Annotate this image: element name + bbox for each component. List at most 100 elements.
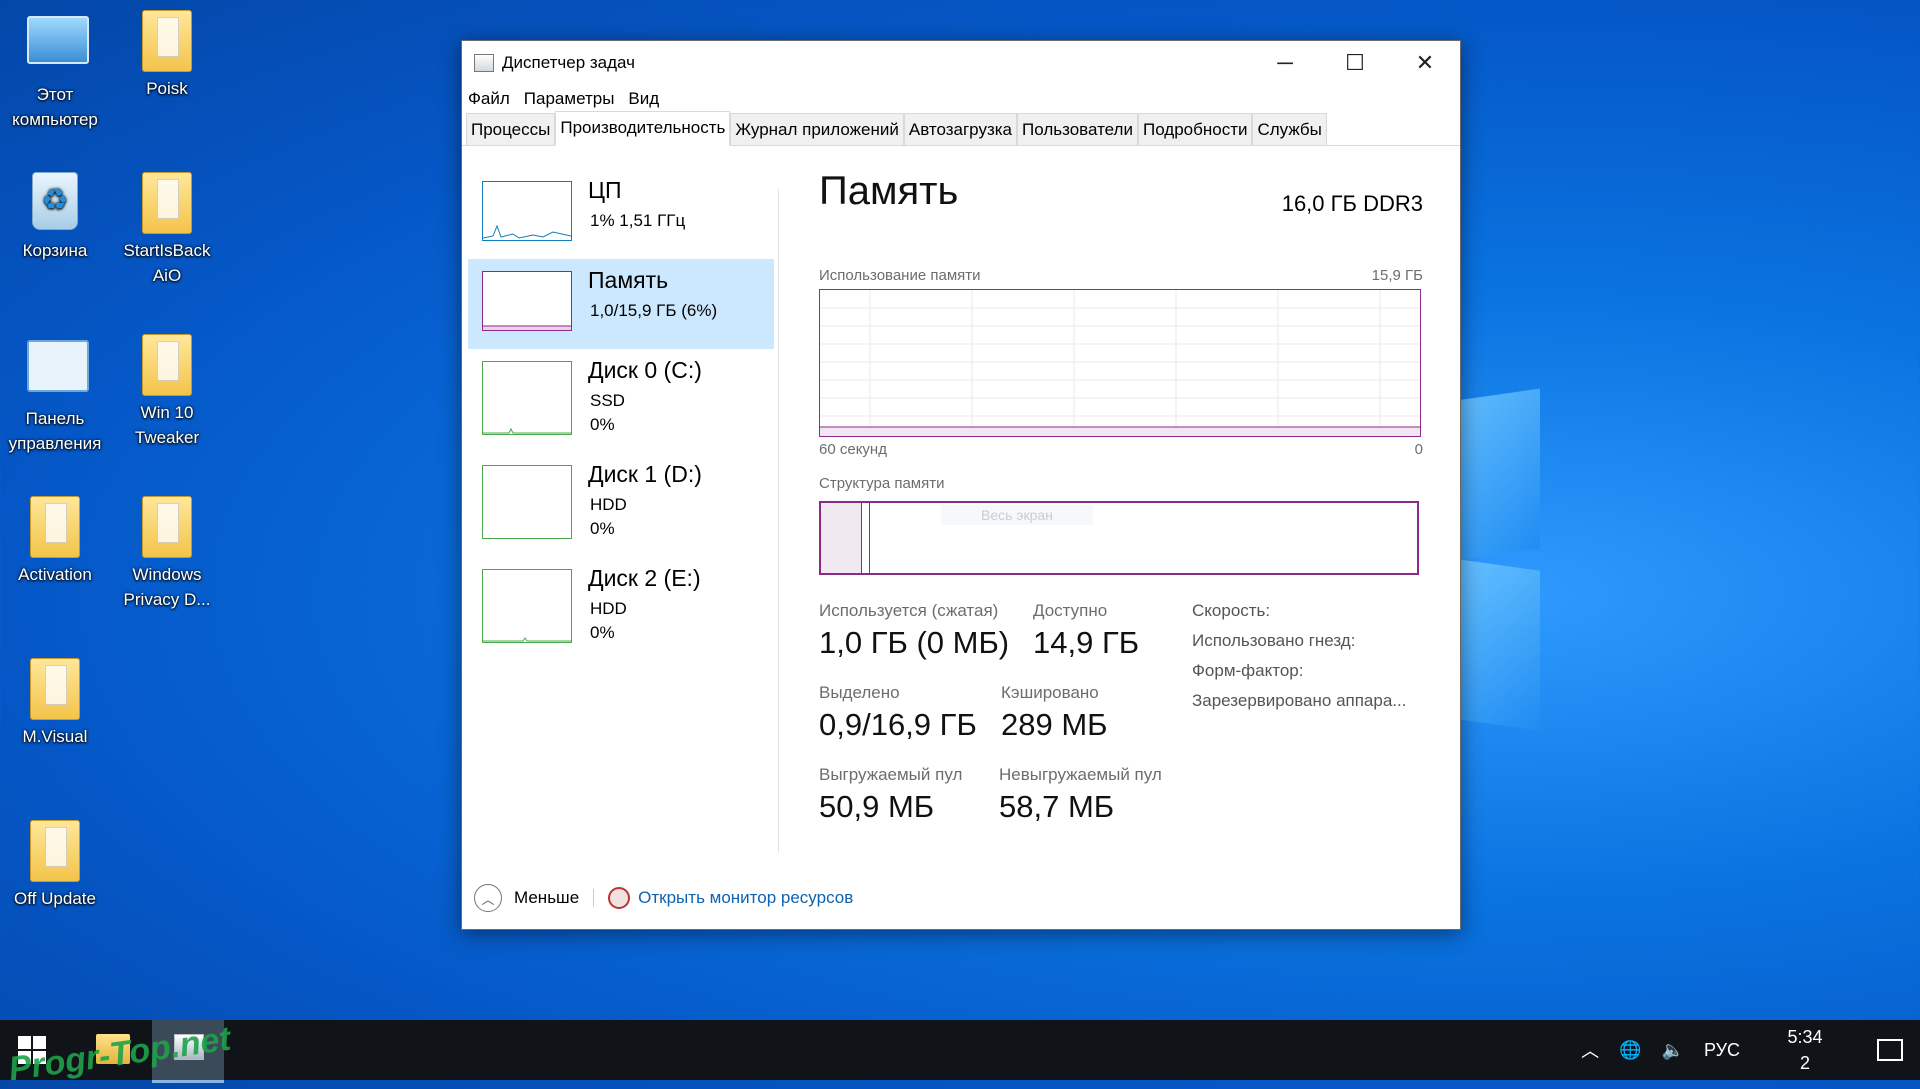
sidebar-item-percent: 0% xyxy=(590,415,615,434)
folder-icon xyxy=(27,658,83,720)
system-tray: ︿ 🌐 🔈 РУС 5:34 2 xyxy=(1571,1020,1920,1080)
sidebar-item-percent: 0% xyxy=(590,623,615,642)
resource-monitor-icon xyxy=(608,887,631,909)
clock-time: 5:34 xyxy=(1787,1027,1823,1047)
sidebar-item-cpu[interactable]: ЦП 1% 1,51 ГГц xyxy=(468,169,774,259)
memory-composition-bar: Весь экран xyxy=(819,501,1419,575)
cached-value: 289 МБ xyxy=(1001,707,1108,742)
sidebar-item-name: ЦП xyxy=(588,177,622,203)
desktop-icon-label: StartIsBack xyxy=(123,241,211,260)
memory-type: 16,0 ГБ DDR3 xyxy=(1281,191,1423,216)
desktop-icon-startisback[interactable]: StartIsBack AiO xyxy=(112,172,222,288)
nonpaged-pool-value: 58,7 МБ xyxy=(999,789,1115,824)
computer-icon xyxy=(27,16,89,78)
clock[interactable]: 5:34 2 xyxy=(1750,1024,1860,1076)
tab-services[interactable]: Службы xyxy=(1252,113,1327,145)
desktop-icon-windows-privacy[interactable]: Windows Privacy D... xyxy=(112,496,222,612)
available-value: 14,9 ГБ xyxy=(1033,625,1140,660)
nonpaged-pool-label: Невыгружаемый пул xyxy=(999,765,1162,784)
tab-processes[interactable]: Процессы xyxy=(466,113,556,145)
volume-icon[interactable]: 🔈 xyxy=(1662,1040,1684,1061)
desktop-icon-win10-tweaker[interactable]: Win 10 Tweaker xyxy=(112,334,222,450)
fewer-details-button[interactable]: Меньше xyxy=(514,888,579,908)
performance-panel: ЦП 1% 1,51 ГГц Память 1,0/15,9 ГБ (6%) Д… xyxy=(462,149,1460,929)
tab-details[interactable]: Подробности xyxy=(1137,113,1253,145)
recycle-bin-icon: ♻ xyxy=(27,172,83,234)
desktop-icon-recycle-bin[interactable]: ♻ Корзина xyxy=(0,172,110,263)
desktop-icon-label: Win 10 xyxy=(140,403,194,422)
sidebar-item-detail: SSD xyxy=(590,391,625,410)
folder-icon xyxy=(139,172,195,234)
window-footer: ︿ Меньше Открыть монитор ресурсов xyxy=(474,881,853,915)
menu-view[interactable]: Вид xyxy=(628,89,659,109)
chevron-up-icon[interactable]: ︿ xyxy=(474,884,502,912)
tab-users[interactable]: Пользователи xyxy=(1017,113,1138,145)
panel-divider[interactable] xyxy=(778,189,779,853)
hardware-reserved-label: Зарезервировано аппара... xyxy=(1192,691,1407,710)
desktop-icon-label: M.Visual xyxy=(22,727,88,746)
modified-segment xyxy=(861,503,870,573)
paged-pool-label: Выгружаемый пул xyxy=(819,765,963,784)
speed-label: Скорость: xyxy=(1192,601,1271,620)
tab-startup[interactable]: Автозагрузка xyxy=(903,113,1018,145)
folder-icon xyxy=(139,496,195,558)
in-use-value: 1,0 ГБ (0 МБ) xyxy=(819,625,1010,660)
sidebar-item-detail: 1% 1,51 ГГц xyxy=(590,211,686,230)
desktop-icon-label: Windows xyxy=(132,565,202,584)
control-panel-icon xyxy=(27,340,89,402)
tab-performance[interactable]: Производительность xyxy=(555,111,731,146)
sidebar-item-disk-0[interactable]: Диск 0 (C:) SSD 0% xyxy=(468,349,774,453)
paged-pool-value: 50,9 МБ xyxy=(819,789,935,824)
minimize-button[interactable]: ─ xyxy=(1250,41,1320,85)
footer-divider xyxy=(593,889,595,907)
desktop-icon-mvisual[interactable]: M.Visual xyxy=(0,658,110,749)
title-bar[interactable]: Диспетчер задач ─ ☐ ✕ xyxy=(462,41,1460,85)
disk-thumbnail-graph xyxy=(482,569,572,643)
clock-date: 2 xyxy=(1799,1053,1810,1073)
open-resource-monitor-link[interactable]: Открыть монитор ресурсов xyxy=(638,888,853,908)
desktop-icon-label: AiO xyxy=(152,266,182,285)
chevron-up-icon[interactable]: ︿ xyxy=(1581,1037,1599,1063)
desktop-icon-label: Privacy D... xyxy=(123,590,211,609)
menu-file[interactable]: Файл xyxy=(468,89,510,109)
desktop-icon-label: Этот xyxy=(36,85,74,104)
desktop-icon-label: компьютер xyxy=(12,110,98,129)
structure-label: Структура памяти xyxy=(819,475,945,492)
desktop-icon-poisk[interactable]: Poisk xyxy=(112,10,222,101)
task-manager-app-icon xyxy=(474,54,494,72)
network-globe-icon[interactable]: 🌐 xyxy=(1619,1040,1641,1061)
task-manager-window: Диспетчер задач ─ ☐ ✕ Файл Параметры Вид… xyxy=(461,40,1461,930)
sidebar-item-name: Диск 1 (D:) xyxy=(588,461,702,487)
windows-logo-pane xyxy=(1450,388,1540,562)
fullscreen-overlay-text: Весь экран xyxy=(941,505,1093,525)
desktop-icon-label: управления xyxy=(8,434,102,453)
maximize-button[interactable]: ☐ xyxy=(1320,41,1390,85)
sidebar-item-name: Память xyxy=(588,267,669,293)
disk-thumbnail-graph xyxy=(482,361,572,435)
menu-options[interactable]: Параметры xyxy=(524,89,615,109)
desktop-icon-activation[interactable]: Activation xyxy=(0,496,110,587)
desktop-icon-off-update[interactable]: Off Update xyxy=(0,820,110,911)
desktop-icon-label: Панель xyxy=(25,409,85,428)
committed-label: Выделено xyxy=(819,683,900,702)
desktop-icon-label: Tweaker xyxy=(134,428,200,447)
close-button[interactable]: ✕ xyxy=(1390,41,1460,85)
usage-graph-max: 15,9 ГБ xyxy=(1371,267,1423,284)
sidebar-item-percent: 0% xyxy=(590,519,615,538)
disk-thumbnail-graph xyxy=(482,465,572,539)
tab-app-history[interactable]: Журнал приложений xyxy=(730,113,904,145)
language-indicator[interactable]: РУС xyxy=(1704,1040,1740,1061)
sidebar-item-memory[interactable]: Память 1,0/15,9 ГБ (6%) xyxy=(468,259,774,349)
memory-details: Память 16,0 ГБ DDR3 Использование памяти… xyxy=(819,169,1423,824)
sidebar-item-detail: HDD xyxy=(590,599,627,618)
taskbar: ︿ 🌐 🔈 РУС 5:34 2 xyxy=(0,1020,1920,1083)
action-center-button[interactable] xyxy=(1860,1020,1920,1080)
sidebar-item-disk-1[interactable]: Диск 1 (D:) HDD 0% xyxy=(468,453,774,557)
sidebar-item-detail: 1,0/15,9 ГБ (6%) xyxy=(590,301,718,320)
time-axis-label: 60 секунд xyxy=(819,441,887,458)
folder-icon xyxy=(27,496,83,558)
sidebar-item-detail: HDD xyxy=(590,495,627,514)
desktop-icon-this-pc[interactable]: Этот компьютер xyxy=(0,10,110,132)
desktop-icon-control-panel[interactable]: Панель управления xyxy=(0,334,110,456)
sidebar-item-disk-2[interactable]: Диск 2 (E:) HDD 0% xyxy=(468,557,774,661)
